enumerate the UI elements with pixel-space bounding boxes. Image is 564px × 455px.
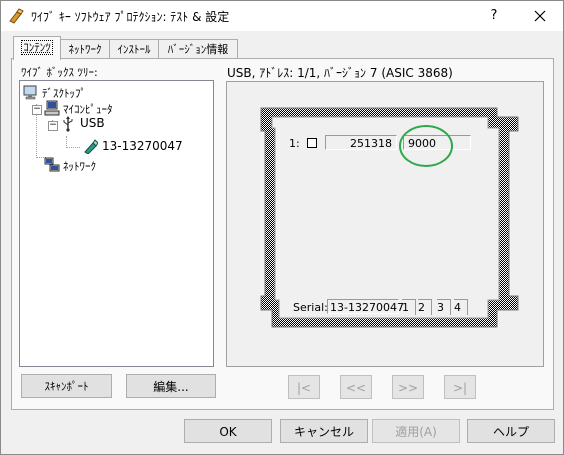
collapse-toggle[interactable]: − — [32, 105, 42, 115]
close-icon — [534, 10, 546, 22]
dialog-window: ﾜｲﾌﾞ ｷｰ ｿﾌﾄｳｪｱ ﾌﾟﾛﾃｸｼｮﾝ: ﾃｽﾄ & 設定 ? ｺﾝﾃﾝ… — [0, 0, 564, 455]
tree-item-label: ﾃﾞｽｸﾄｯﾌﾟ — [42, 87, 86, 100]
nav-prev-button[interactable]: << — [340, 375, 372, 399]
nav-last-button[interactable]: >| — [444, 375, 476, 399]
device-info-label: USB, ｱﾄﾞﾚｽ: 1/1, ﾊﾞｰｼﾞｮﾝ 7 (ASIC 3868) — [227, 66, 453, 80]
nav-next-button[interactable]: >> — [392, 375, 424, 399]
computer-icon — [44, 100, 60, 116]
device-panel — [226, 81, 544, 367]
usb-key-icon — [84, 139, 98, 154]
tree-label: ﾜｲﾌﾞ ﾎﾞｯｸｽ ﾂﾘｰ: — [21, 66, 98, 79]
port-3: 3 — [437, 299, 451, 315]
tree-item-label: USB — [80, 116, 105, 130]
tab-install[interactable]: ｲﾝｽﾄｰﾙ — [109, 39, 159, 59]
scan-port-button[interactable]: ｽｷｬﾝﾎﾟｰﾄ — [21, 374, 112, 398]
apply-button[interactable]: 適用(A) — [372, 419, 460, 443]
tree-item-label: ﾏｲｺﾝﾋﾟｭｰﾀ — [63, 103, 113, 116]
app-icon — [9, 8, 24, 24]
tab-contents[interactable]: ｺﾝﾃﾝﾂ — [13, 36, 61, 60]
key-outline — [260, 107, 519, 328]
desktop-icon — [23, 85, 37, 100]
serial-value: 13-13270047 — [327, 299, 404, 314]
usb-icon — [63, 116, 73, 132]
tree-line — [66, 147, 80, 148]
title-bar: ﾜｲﾌﾞ ｷｰ ｿﾌﾄｳｪｱ ﾌﾟﾛﾃｸｼｮﾝ: ﾃｽﾄ & 設定 ? — [1, 1, 563, 31]
port-4: 4 — [454, 299, 468, 315]
tab-version-info[interactable]: ﾊﾞｰｼﾞｮﾝ情報 — [158, 39, 238, 59]
ok-button[interactable]: OK — [184, 419, 272, 443]
nav-first-button[interactable]: |< — [288, 375, 320, 399]
tree-view[interactable]: ﾃﾞｽｸﾄｯﾌﾟ − ﾏｲｺﾝﾋﾟｭｰﾀ − USB 13-13270047 ﾈ… — [19, 80, 214, 367]
tree-item-label: ﾈｯﾄﾜｰｸ — [63, 160, 96, 173]
highlight-circle — [399, 125, 453, 167]
serial-label: Serial: — [293, 301, 328, 314]
cancel-button[interactable]: キャンセル — [280, 419, 368, 443]
port-1: 1 — [402, 299, 416, 315]
port-2: 2 — [418, 299, 432, 315]
close-button[interactable] — [517, 1, 563, 31]
network-icon — [44, 157, 60, 172]
title-help-button[interactable]: ? — [471, 1, 517, 31]
help-button[interactable]: ヘルプ — [467, 419, 555, 443]
slot-index: 1: — [289, 137, 300, 150]
slot-value-a: 251318 — [325, 135, 397, 150]
window-title: ﾜｲﾌﾞ ｷｰ ｿﾌﾄｳｪｱ ﾌﾟﾛﾃｸｼｮﾝ: ﾃｽﾄ & 設定 — [31, 10, 230, 24]
edit-button[interactable]: 編集... — [126, 374, 216, 398]
collapse-toggle[interactable]: − — [48, 121, 58, 131]
tab-network[interactable]: ﾈｯﾄﾜｰｸ — [60, 39, 110, 59]
tree-item-label: 13-13270047 — [102, 139, 183, 153]
slot-checkbox[interactable] — [307, 138, 317, 148]
